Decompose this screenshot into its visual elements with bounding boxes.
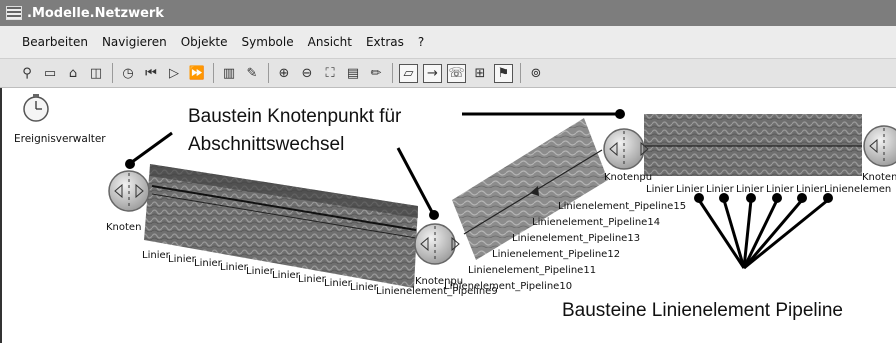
segment-label: Linier — [142, 250, 171, 261]
delete-icon[interactable]: ▥ — [220, 64, 238, 82]
segment-label: Linier — [324, 278, 353, 289]
animation-icon[interactable]: ⚑ — [494, 63, 513, 83]
fast-forward-icon[interactable]: ⏩ — [188, 64, 206, 82]
up-folder-icon[interactable]: ▭ — [41, 64, 59, 82]
connector-icon[interactable]: → — [423, 63, 442, 83]
toolbar-separator — [112, 63, 113, 83]
fit-view-icon[interactable]: ⛶ — [321, 64, 339, 82]
segment-label: Linier — [168, 254, 197, 265]
event-manager[interactable]: Ereignisverwalter — [14, 94, 106, 145]
page-icon[interactable]: ▤ — [344, 64, 362, 82]
window-title: .Modelle.Netzwerk — [27, 5, 164, 21]
model-canvas[interactable]: Ereignisverwalter Knoten Knotenpu Knoten… — [0, 88, 896, 343]
menu-objekte[interactable]: Objekte — [181, 35, 228, 49]
segment-label: Linienelement_Pipeline12 — [492, 249, 620, 260]
node-left-label: Knoten — [106, 222, 141, 233]
app-icon — [6, 6, 22, 20]
node-left[interactable]: Knoten — [106, 170, 150, 233]
help-icon[interactable]: ⊚ — [527, 64, 545, 82]
callout-lines-text: Bausteine Linienelement Pipeline — [562, 300, 843, 321]
toolbar-separator — [268, 63, 269, 83]
event-manager-label: Ereignisverwalter — [14, 133, 106, 145]
play-icon[interactable]: ▷ — [165, 64, 183, 82]
pipeline-segment-right[interactable] — [644, 114, 862, 176]
zoom-out-icon[interactable]: ⊖ — [298, 64, 316, 82]
segment-label: Linienelement_Pipeline13 — [512, 233, 640, 244]
node-upper-label: Knotenpu — [604, 172, 652, 183]
segment-label: Linier — [766, 184, 795, 195]
segment-label: Linier — [298, 274, 327, 285]
segment-label: Linienelement_Pipeline15 — [558, 201, 686, 212]
zoom-in-icon[interactable]: ⊕ — [275, 64, 293, 82]
menu-extras[interactable]: Extras — [366, 35, 404, 49]
segment-label: Linier — [646, 184, 675, 195]
network-diagram: Ereignisverwalter Knoten Knotenpu Knoten… — [14, 94, 896, 321]
comment-icon[interactable]: ☏ — [447, 63, 466, 83]
segment-label: Linier — [272, 270, 301, 281]
callout-node-line1: Baustein Knotenpunkt für — [188, 106, 402, 127]
menu-help[interactable]: ? — [418, 35, 424, 49]
toolbar: ⚲ ▭ ⌂ ◫ ◷ ⏮ ▷ ⏩ ▥ ✎ ⊕ ⊖ ⛶ ▤ ✏ ▱ → ☏ ⊞ ⚑ … — [0, 58, 896, 88]
toolbar-separator — [213, 63, 214, 83]
menu-symbole[interactable]: Symbole — [242, 35, 294, 49]
segment-label: Linienelement_Pipeline14 — [532, 217, 660, 228]
menu-ansicht[interactable]: Ansicht — [308, 35, 352, 49]
menu-bearbeiten[interactable]: Bearbeiten — [22, 35, 88, 49]
segment-label: Linier — [194, 258, 223, 269]
segment-label: Linienelemen — [824, 184, 891, 195]
binoculars-icon[interactable]: ⚲ — [18, 64, 36, 82]
node-right[interactable]: Knoten — [862, 125, 896, 183]
3d-view-icon[interactable]: ◫ — [87, 64, 105, 82]
edit-tool-icon[interactable]: ▱ — [399, 63, 418, 83]
node-right-label: Knoten — [862, 172, 896, 183]
menu-bar: Bearbeiten Navigieren Objekte Symbole An… — [0, 26, 896, 58]
right-segment-labels: Linier Linier Linier Linier Linier Linie… — [646, 184, 891, 195]
callout-node-line2: Abschnittswechsel — [188, 134, 344, 155]
title-bar: .Modelle.Netzwerk — [0, 0, 896, 26]
node-middle[interactable]: Knotenpu — [414, 223, 463, 287]
segment-label: Linier — [220, 262, 249, 273]
toolbar-separator — [520, 63, 521, 83]
pencil-icon[interactable]: ✏ — [367, 64, 385, 82]
menu-navigieren[interactable]: Navigieren — [102, 35, 167, 49]
sweep-icon[interactable]: ✎ — [243, 64, 261, 82]
segment-label: Linier — [246, 266, 275, 277]
skip-start-icon[interactable]: ⏮ — [142, 64, 160, 82]
stopwatch-icon[interactable]: ◷ — [119, 64, 137, 82]
segment-label: Linier — [706, 184, 735, 195]
grid-icon[interactable]: ⊞ — [471, 64, 489, 82]
segment-label: Linier — [350, 282, 379, 293]
home-icon[interactable]: ⌂ — [64, 64, 82, 82]
toolbar-separator — [392, 63, 393, 83]
segment-label: Linienelement_Pipeline10 — [444, 281, 572, 292]
segment-label: Linienelement_Pipeline11 — [468, 265, 596, 276]
